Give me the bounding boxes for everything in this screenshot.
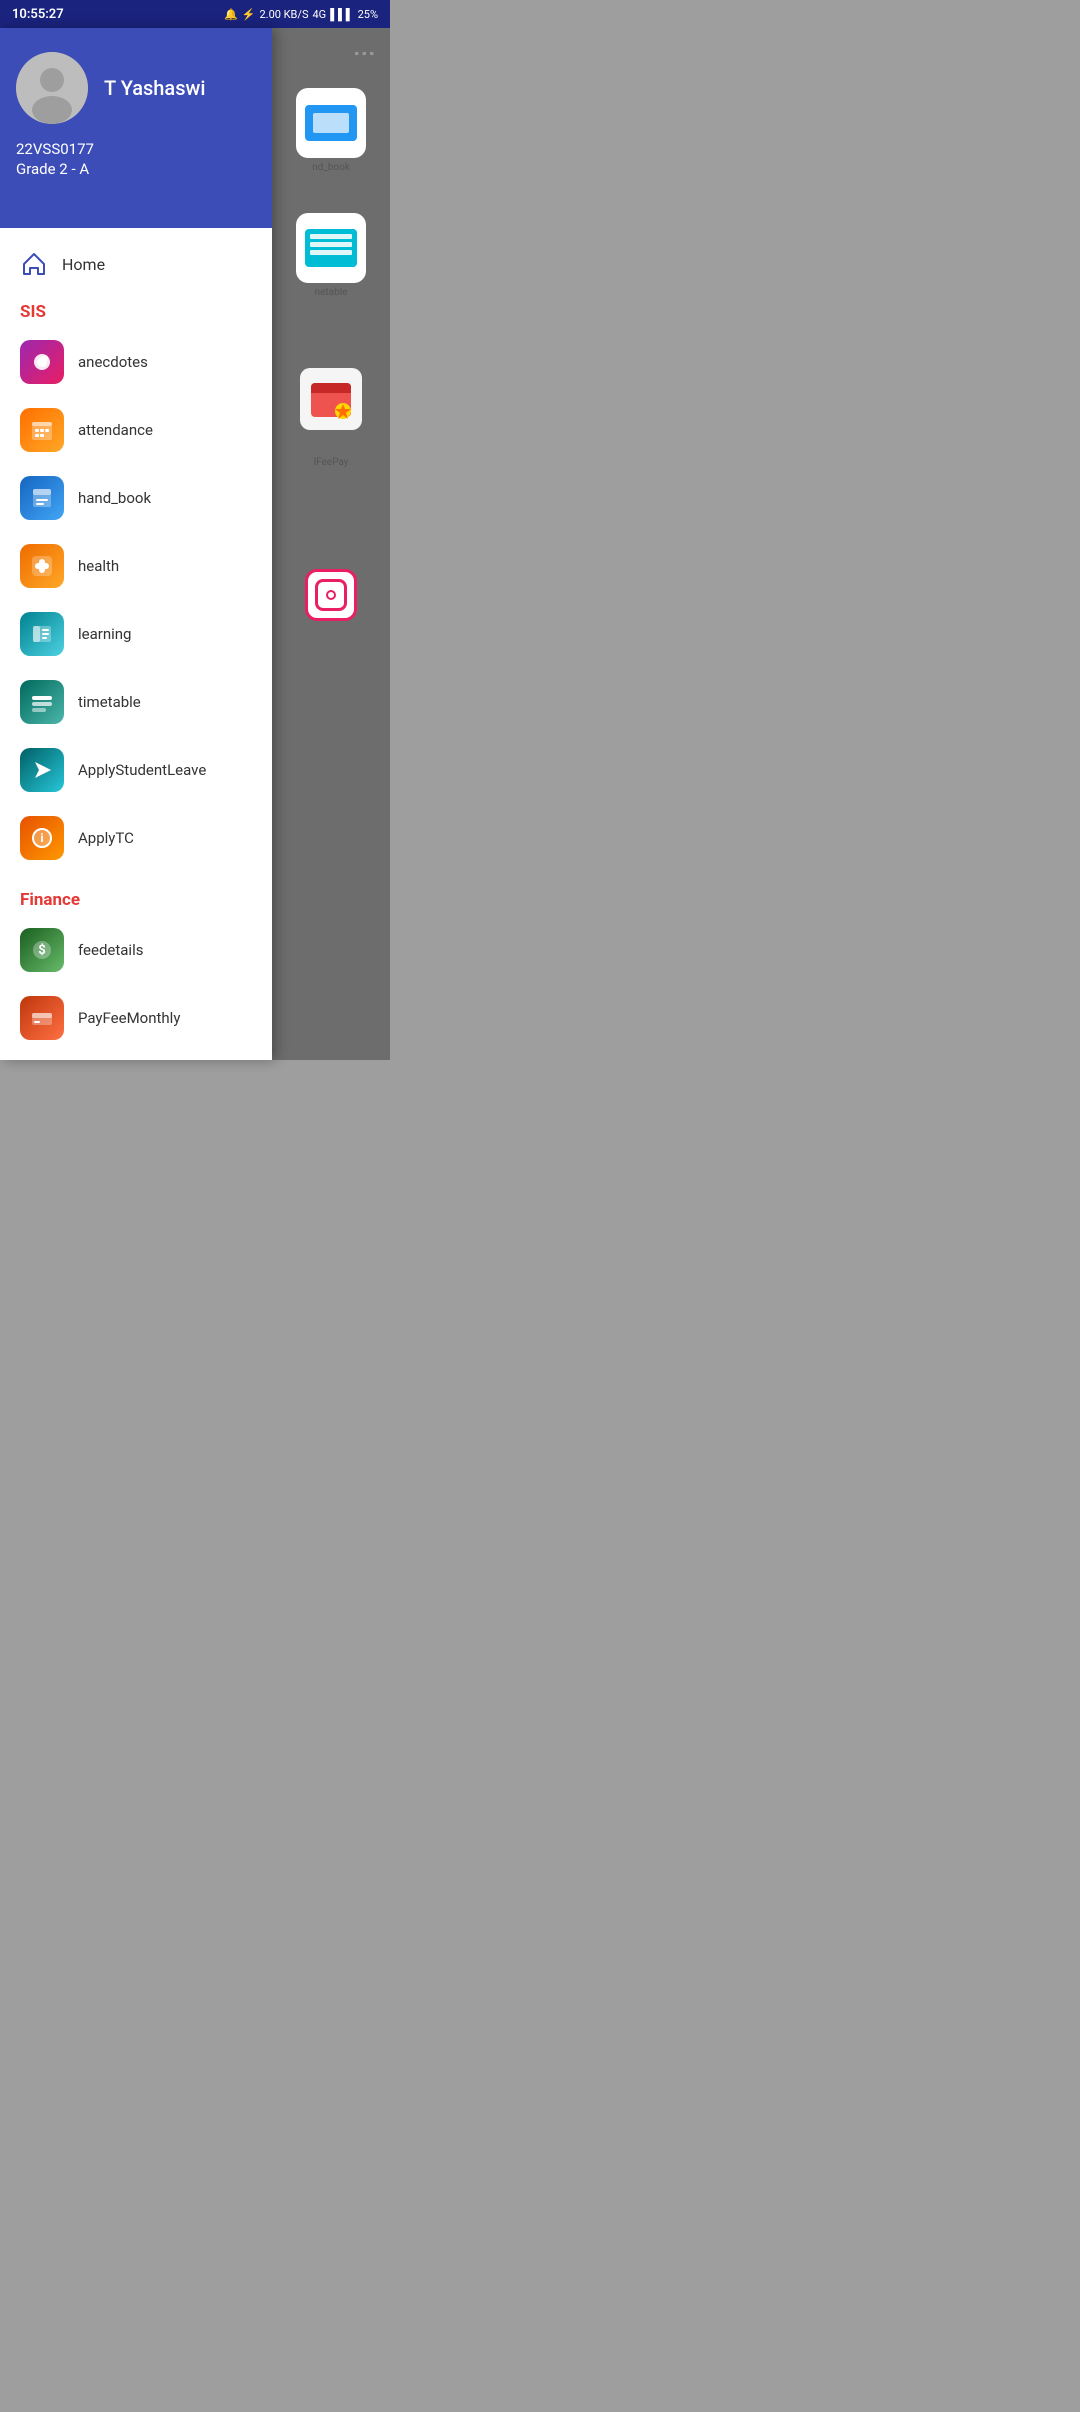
- handbook-card-icon: [296, 88, 366, 158]
- apply-tc-label: ApplyTC: [78, 829, 134, 847]
- battery-indicator: 25%: [358, 8, 378, 21]
- payfeemonthly-label: PayFeeMonthly: [78, 1009, 180, 1027]
- handbook-card: nd_book: [296, 88, 366, 173]
- signal-bars: ▌▌▌: [330, 8, 353, 21]
- instagram-area: [305, 569, 357, 621]
- sis-section-header: SIS: [0, 292, 272, 328]
- sidebar-item-handbook[interactable]: hand_book: [0, 464, 272, 532]
- sidebar-item-apply-tc[interactable]: i ApplyTC: [0, 804, 272, 872]
- network-icon: 4G: [313, 8, 327, 21]
- apply-leave-icon: [20, 748, 64, 792]
- timetable-card: netable: [296, 213, 366, 298]
- learning-label: learning: [78, 625, 131, 643]
- handbook-label: nd_book: [312, 162, 350, 173]
- sidebar-drawer: T Yashaswi 22VSS0177 Grade 2 - A Home SI…: [0, 28, 272, 1060]
- status-time: 10:55:27: [12, 7, 64, 22]
- calendar-icon: [300, 368, 362, 430]
- profile-header: T Yashaswi 22VSS0177 Grade 2 - A: [0, 28, 272, 228]
- profile-grade: Grade 2 - A: [16, 160, 256, 178]
- feedetails-label: feedetails: [78, 941, 143, 959]
- health-label: health: [78, 557, 119, 575]
- ifeepay-label: IFeePay: [313, 450, 348, 469]
- handbook-nav-icon: [20, 476, 64, 520]
- options-menu-button[interactable]: ⋮: [352, 43, 377, 67]
- bluetooth-icon: ⚡: [242, 8, 256, 21]
- attendance-icon: [20, 408, 64, 452]
- timetable-nav-label: timetable: [78, 693, 141, 711]
- handbook-nav-label: hand_book: [78, 489, 151, 507]
- svg-text:i: i: [40, 831, 43, 845]
- profile-top: T Yashaswi: [16, 52, 256, 124]
- notification-icon: 🔔: [224, 8, 238, 21]
- finance-label: Finance: [20, 890, 80, 910]
- data-speed: 2.00 KB/S: [259, 8, 308, 21]
- sidebar-item-health[interactable]: health: [0, 532, 272, 600]
- finance-section-header: Finance: [0, 880, 272, 916]
- profile-id: 22VSS0177: [16, 140, 256, 158]
- svg-text:$: $: [38, 943, 45, 958]
- right-panel: nd_book netable: [272, 28, 390, 1060]
- status-icons: 🔔 ⚡ 2.00 KB/S 4G ▌▌▌ 25%: [224, 8, 378, 21]
- feedetails-icon: $: [20, 928, 64, 972]
- health-icon: [20, 544, 64, 588]
- sidebar-item-payfeemonthly[interactable]: PayFeeMonthly: [0, 984, 272, 1052]
- sis-label: SIS: [20, 302, 46, 322]
- timetable-card-icon: [296, 213, 366, 283]
- apply-tc-icon: i: [20, 816, 64, 860]
- sidebar-item-learning[interactable]: learning: [0, 600, 272, 668]
- timetable-label: netable: [315, 287, 348, 298]
- sidebar-item-home[interactable]: Home: [0, 236, 272, 292]
- main-layout: ⋮ nd_book: [0, 28, 390, 1060]
- anecdotes-label: anecdotes: [78, 353, 148, 371]
- learning-icon: [20, 612, 64, 656]
- avatar: [16, 52, 88, 124]
- home-label: Home: [62, 255, 105, 274]
- profile-name: T Yashaswi: [104, 76, 205, 100]
- sidebar-item-attendance[interactable]: attendance: [0, 396, 272, 464]
- home-icon: [20, 250, 48, 278]
- attendance-label: attendance: [78, 421, 153, 439]
- calendar-card: [300, 368, 362, 430]
- payfeemonthly-icon: [20, 996, 64, 1040]
- anecdotes-icon: [20, 340, 64, 384]
- status-bar: 10:55:27 🔔 ⚡ 2.00 KB/S 4G ▌▌▌ 25%: [0, 0, 390, 28]
- sidebar-item-anecdotes[interactable]: anecdotes: [0, 328, 272, 396]
- sidebar-item-feedetails[interactable]: $ feedetails: [0, 916, 272, 984]
- nav-content: Home SIS anecdotes: [0, 228, 272, 1060]
- sidebar-item-apply-leave[interactable]: ApplyStudentLeave: [0, 736, 272, 804]
- timetable-nav-icon: [20, 680, 64, 724]
- apply-leave-label: ApplyStudentLeave: [78, 761, 206, 779]
- sidebar-item-timetable[interactable]: timetable: [0, 668, 272, 736]
